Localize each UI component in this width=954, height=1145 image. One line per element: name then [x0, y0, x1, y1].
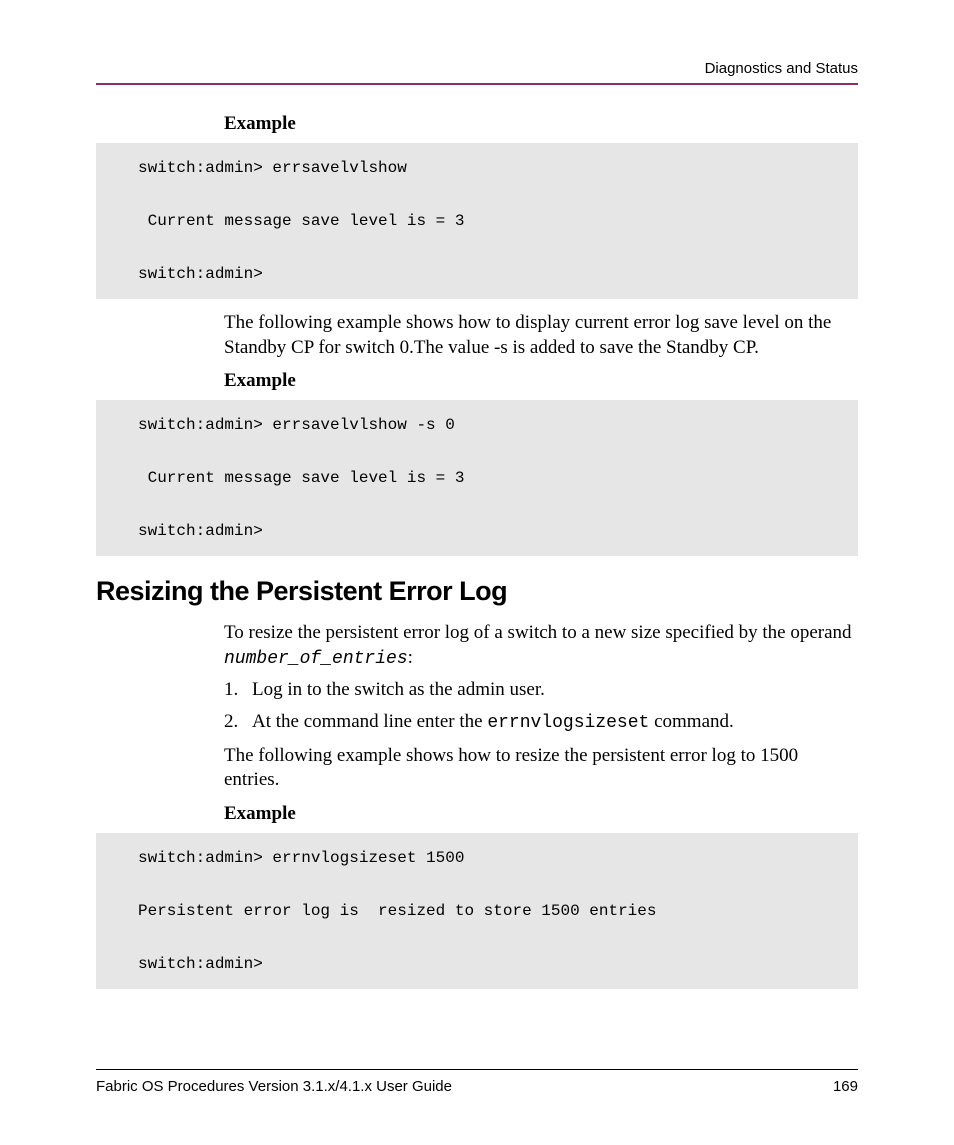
content-block-2: The following example shows how to displ… [224, 311, 858, 392]
section-heading: Resizing the Persistent Error Log [96, 576, 858, 607]
list-item: 2. At the command line enter the errnvlo… [224, 707, 858, 738]
example-label: Example [224, 803, 858, 825]
example-label: Example [224, 370, 858, 392]
paragraph: The following example shows how to displ… [224, 311, 858, 360]
list-text: At the command line enter the errnvlogsi… [252, 707, 734, 738]
list-number: 1. [224, 675, 252, 704]
paragraph: To resize the persistent error log of a … [224, 621, 858, 671]
text-run: To resize the persistent error log of a … [224, 622, 852, 643]
code-operand: number_of_entries [224, 649, 408, 669]
content-block-3: To resize the persistent error log of a … [224, 621, 858, 825]
example-label: Example [224, 113, 858, 135]
footer-rule [96, 1069, 858, 1070]
list-text: Log in to the switch as the admin user. [252, 675, 545, 704]
code-command: errnvlogsizeset [487, 713, 649, 733]
footer-page-number: 169 [833, 1078, 858, 1095]
page-footer: Fabric OS Procedures Version 3.1.x/4.1.x… [96, 1069, 858, 1095]
text-run: At the command line enter the [252, 711, 487, 732]
header-section-title: Diagnostics and Status [705, 60, 858, 77]
code-block: switch:admin> errsavelvlshow Current mes… [96, 143, 858, 299]
text-run: : [408, 647, 413, 668]
document-page: Diagnostics and Status Example switch:ad… [0, 0, 954, 1145]
code-block: switch:admin> errnvlogsizeset 1500 Persi… [96, 833, 858, 989]
paragraph: The following example shows how to resiz… [224, 744, 858, 793]
list-number: 2. [224, 707, 252, 738]
list-item: 1. Log in to the switch as the admin use… [224, 675, 858, 704]
footer-row: Fabric OS Procedures Version 3.1.x/4.1.x… [96, 1078, 858, 1095]
header-rule [96, 83, 858, 85]
text-run: command. [649, 711, 733, 732]
footer-guide-title: Fabric OS Procedures Version 3.1.x/4.1.x… [96, 1078, 452, 1095]
code-block: switch:admin> errsavelvlshow -s 0 Curren… [96, 400, 858, 556]
content-block-1: Example [224, 113, 858, 135]
page-header-section: Diagnostics and Status [96, 60, 858, 83]
